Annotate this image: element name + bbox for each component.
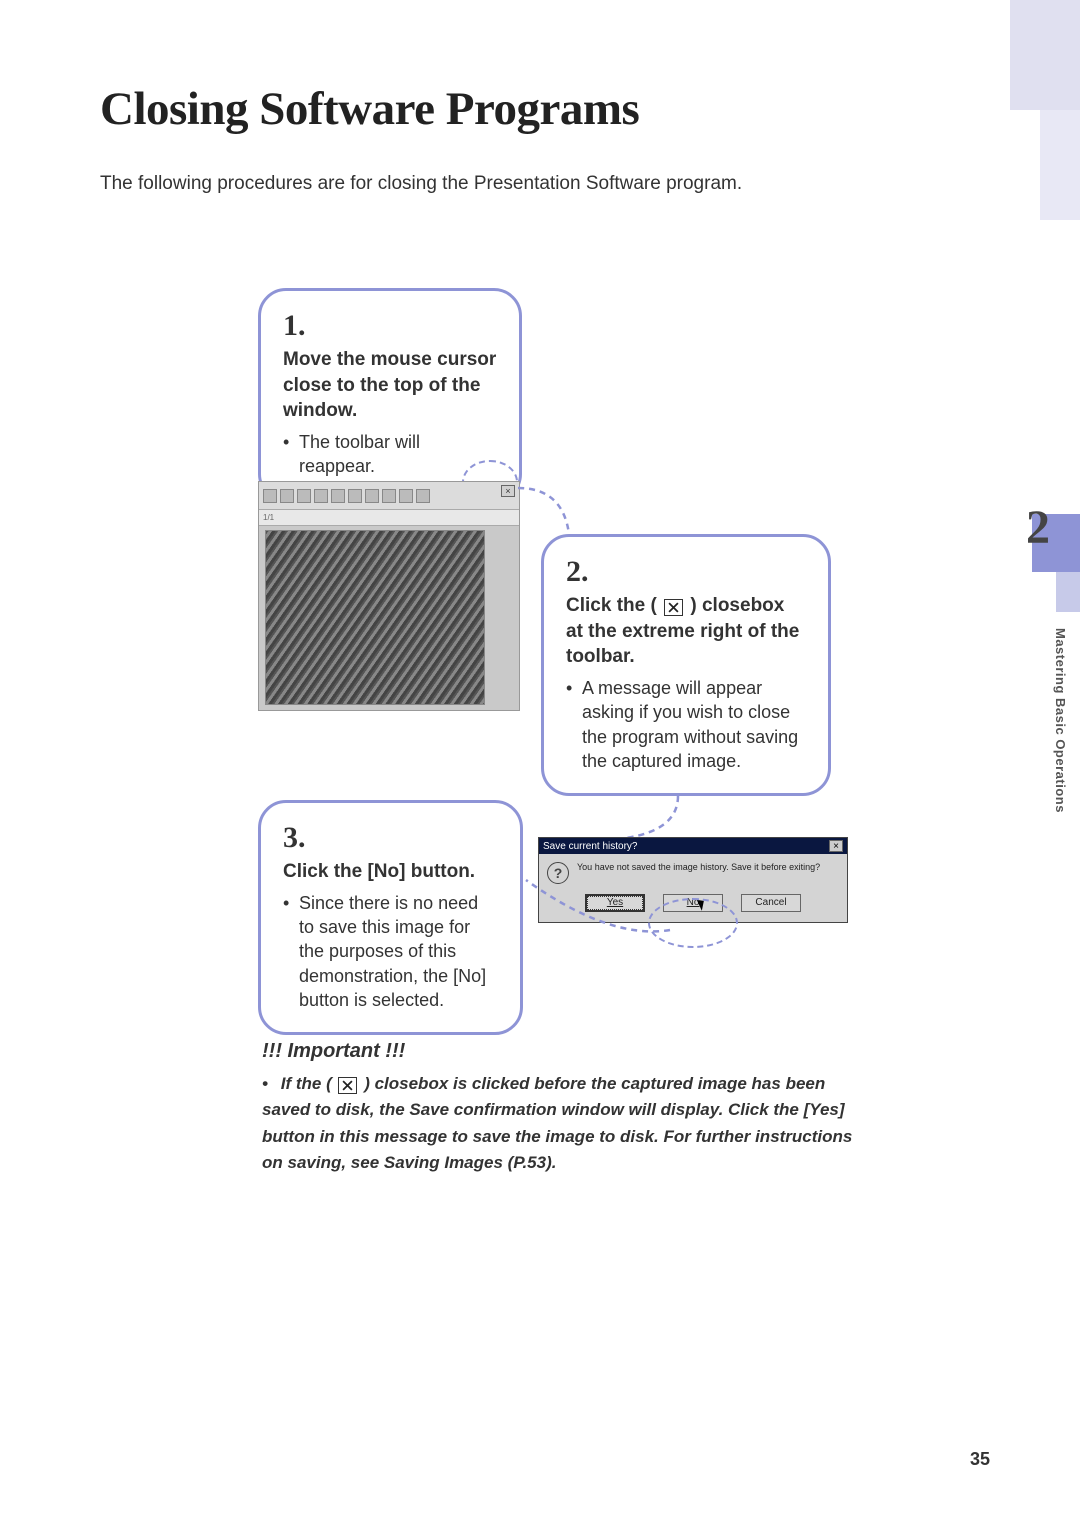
chapter-badge-stub <box>1056 572 1080 612</box>
toolbar-button <box>399 489 413 503</box>
connector-path-3 <box>520 870 680 950</box>
important-heading: !!! Important !!! <box>262 1040 862 1063</box>
toolbar-button <box>365 489 379 503</box>
dialog-title: Save current history? <box>543 841 638 852</box>
toolbar-button <box>348 489 362 503</box>
close-icon <box>338 1077 357 1094</box>
dialog-close-icon: × <box>829 840 843 852</box>
screenshot-toolbar-window: 1/1 × <box>258 481 520 711</box>
toolbar-button <box>416 489 430 503</box>
bullet-dot: • <box>566 676 582 773</box>
toolbar-button <box>263 489 277 503</box>
step-2-body: • A message will appear asking if you wi… <box>566 676 806 773</box>
toolbar-button <box>382 489 396 503</box>
step-2-heading: Click the ( ) closebox at the extreme ri… <box>566 593 806 670</box>
step-3-number: 3. <box>283 821 498 855</box>
dialog-cancel-button[interactable]: Cancel <box>741 894 801 912</box>
step-1-heading: Move the mouse cursor close to the top o… <box>283 347 497 424</box>
bullet-dot: • <box>283 891 299 1012</box>
important-body: • If the ( ) closebox is clicked before … <box>262 1071 862 1176</box>
page-title: Closing Software Programs <box>100 82 960 136</box>
page-number: 35 <box>970 1449 990 1470</box>
chapter-label: Mastering Basic Operations <box>1053 628 1068 813</box>
chapter-number: 2 <box>1026 500 1050 555</box>
page-tab-upper <box>1010 0 1080 110</box>
intro-text: The following procedures are for closing… <box>100 170 960 199</box>
screenshot-statusbar: 1/1 <box>259 510 519 526</box>
toolbar-button <box>331 489 345 503</box>
page-tab-lower <box>1040 110 1080 220</box>
step-3-box: 3. Click the [No] button. • Since there … <box>258 800 523 1035</box>
main-content: Closing Software Programs The following … <box>100 82 960 199</box>
toolbar-button <box>280 489 294 503</box>
step-1-number: 1. <box>283 309 497 343</box>
step-2-number: 2. <box>566 555 806 589</box>
screenshot-toolbar <box>259 482 519 510</box>
bullet-dot: • <box>283 430 299 479</box>
important-note: !!! Important !!! • If the ( ) closebox … <box>262 1040 862 1176</box>
step-3-heading: Click the [No] button. <box>283 859 498 885</box>
toolbar-button <box>314 489 328 503</box>
step-3-body: • Since there is no need to save this im… <box>283 891 498 1012</box>
step-2-box: 2. Click the ( ) closebox at the extreme… <box>541 534 831 796</box>
dialog-titlebar: Save current history? × <box>539 838 847 854</box>
close-icon <box>664 599 683 616</box>
screenshot-image-area <box>265 530 485 705</box>
chapter-badge: 2 <box>1032 514 1080 572</box>
toolbar-button <box>297 489 311 503</box>
